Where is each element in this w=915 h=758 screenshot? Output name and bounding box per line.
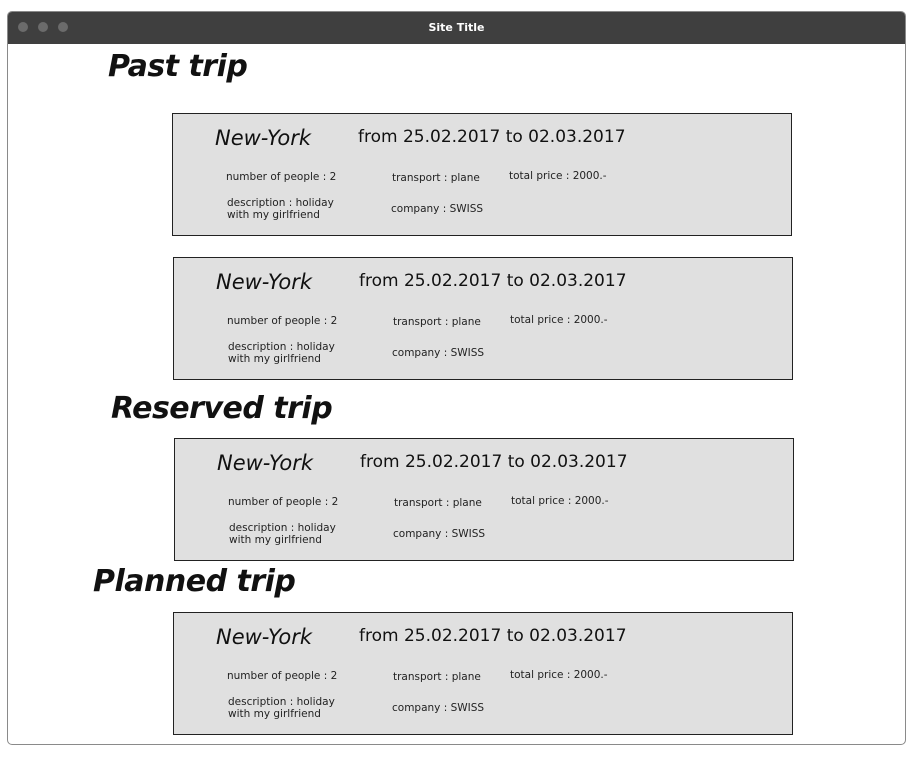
trip-description-line2: with my girlfriend bbox=[228, 353, 321, 365]
trip-description-line1: description : holiday bbox=[228, 341, 335, 353]
browser-window: Site Title Past trip New-York from 25.02… bbox=[7, 11, 906, 745]
trip-price: total price : 2000.- bbox=[511, 495, 609, 507]
trip-people: number of people : 2 bbox=[228, 496, 339, 508]
trip-description: description : holiday with my girlfriend bbox=[228, 341, 358, 365]
planned-trip-heading: Planned trip bbox=[93, 564, 296, 599]
reserved-trip-heading: Reserved trip bbox=[111, 391, 333, 426]
trip-people: number of people : 2 bbox=[227, 315, 338, 327]
trip-dates: from 25.02.2017 to 02.03.2017 bbox=[359, 626, 627, 646]
trip-card-past-2[interactable]: New-York from 25.02.2017 to 02.03.2017 n… bbox=[173, 257, 793, 380]
trip-description-line2: with my girlfriend bbox=[229, 534, 322, 546]
trip-dates: from 25.02.2017 to 02.03.2017 bbox=[359, 271, 627, 291]
trip-dates: from 25.02.2017 to 02.03.2017 bbox=[360, 452, 628, 472]
trip-description-line1: description : holiday bbox=[227, 197, 334, 209]
trip-price: total price : 2000.- bbox=[509, 170, 607, 182]
trip-transport: transport : plane bbox=[393, 671, 481, 683]
trip-dates: from 25.02.2017 to 02.03.2017 bbox=[358, 127, 626, 147]
trip-city: New-York bbox=[217, 451, 314, 475]
trip-city: New-York bbox=[216, 625, 313, 649]
trip-description-line2: with my girlfriend bbox=[227, 209, 320, 221]
trip-card-reserved-1[interactable]: New-York from 25.02.2017 to 02.03.2017 n… bbox=[174, 438, 794, 561]
trip-description: description : holiday with my girlfriend bbox=[228, 696, 358, 720]
trip-price: total price : 2000.- bbox=[510, 314, 608, 326]
trip-description: description : holiday with my girlfriend bbox=[229, 522, 359, 546]
trip-transport: transport : plane bbox=[394, 497, 482, 509]
trip-company: company : SWISS bbox=[392, 702, 485, 714]
trip-description: description : holiday with my girlfriend bbox=[227, 197, 357, 221]
trip-company: company : SWISS bbox=[392, 347, 485, 359]
trip-company: company : SWISS bbox=[391, 203, 484, 215]
window-title: Site Title bbox=[428, 21, 485, 34]
trip-card-past-1[interactable]: New-York from 25.02.2017 to 02.03.2017 n… bbox=[172, 113, 792, 236]
trip-company: company : SWISS bbox=[393, 528, 486, 540]
trip-people: number of people : 2 bbox=[226, 171, 337, 183]
trip-price: total price : 2000.- bbox=[510, 669, 608, 681]
trip-transport: transport : plane bbox=[393, 316, 481, 328]
trip-city: New-York bbox=[216, 270, 313, 294]
trip-description-line1: description : holiday bbox=[229, 522, 336, 534]
title-bar: Site Title bbox=[8, 12, 905, 44]
trip-transport: transport : plane bbox=[392, 172, 480, 184]
past-trip-heading: Past trip bbox=[108, 49, 248, 84]
trip-description-line1: description : holiday bbox=[228, 696, 335, 708]
trip-description-line2: with my girlfriend bbox=[228, 708, 321, 720]
trip-card-planned-1[interactable]: New-York from 25.02.2017 to 02.03.2017 n… bbox=[173, 612, 793, 735]
trip-people: number of people : 2 bbox=[227, 670, 338, 682]
trip-city: New-York bbox=[215, 126, 312, 150]
